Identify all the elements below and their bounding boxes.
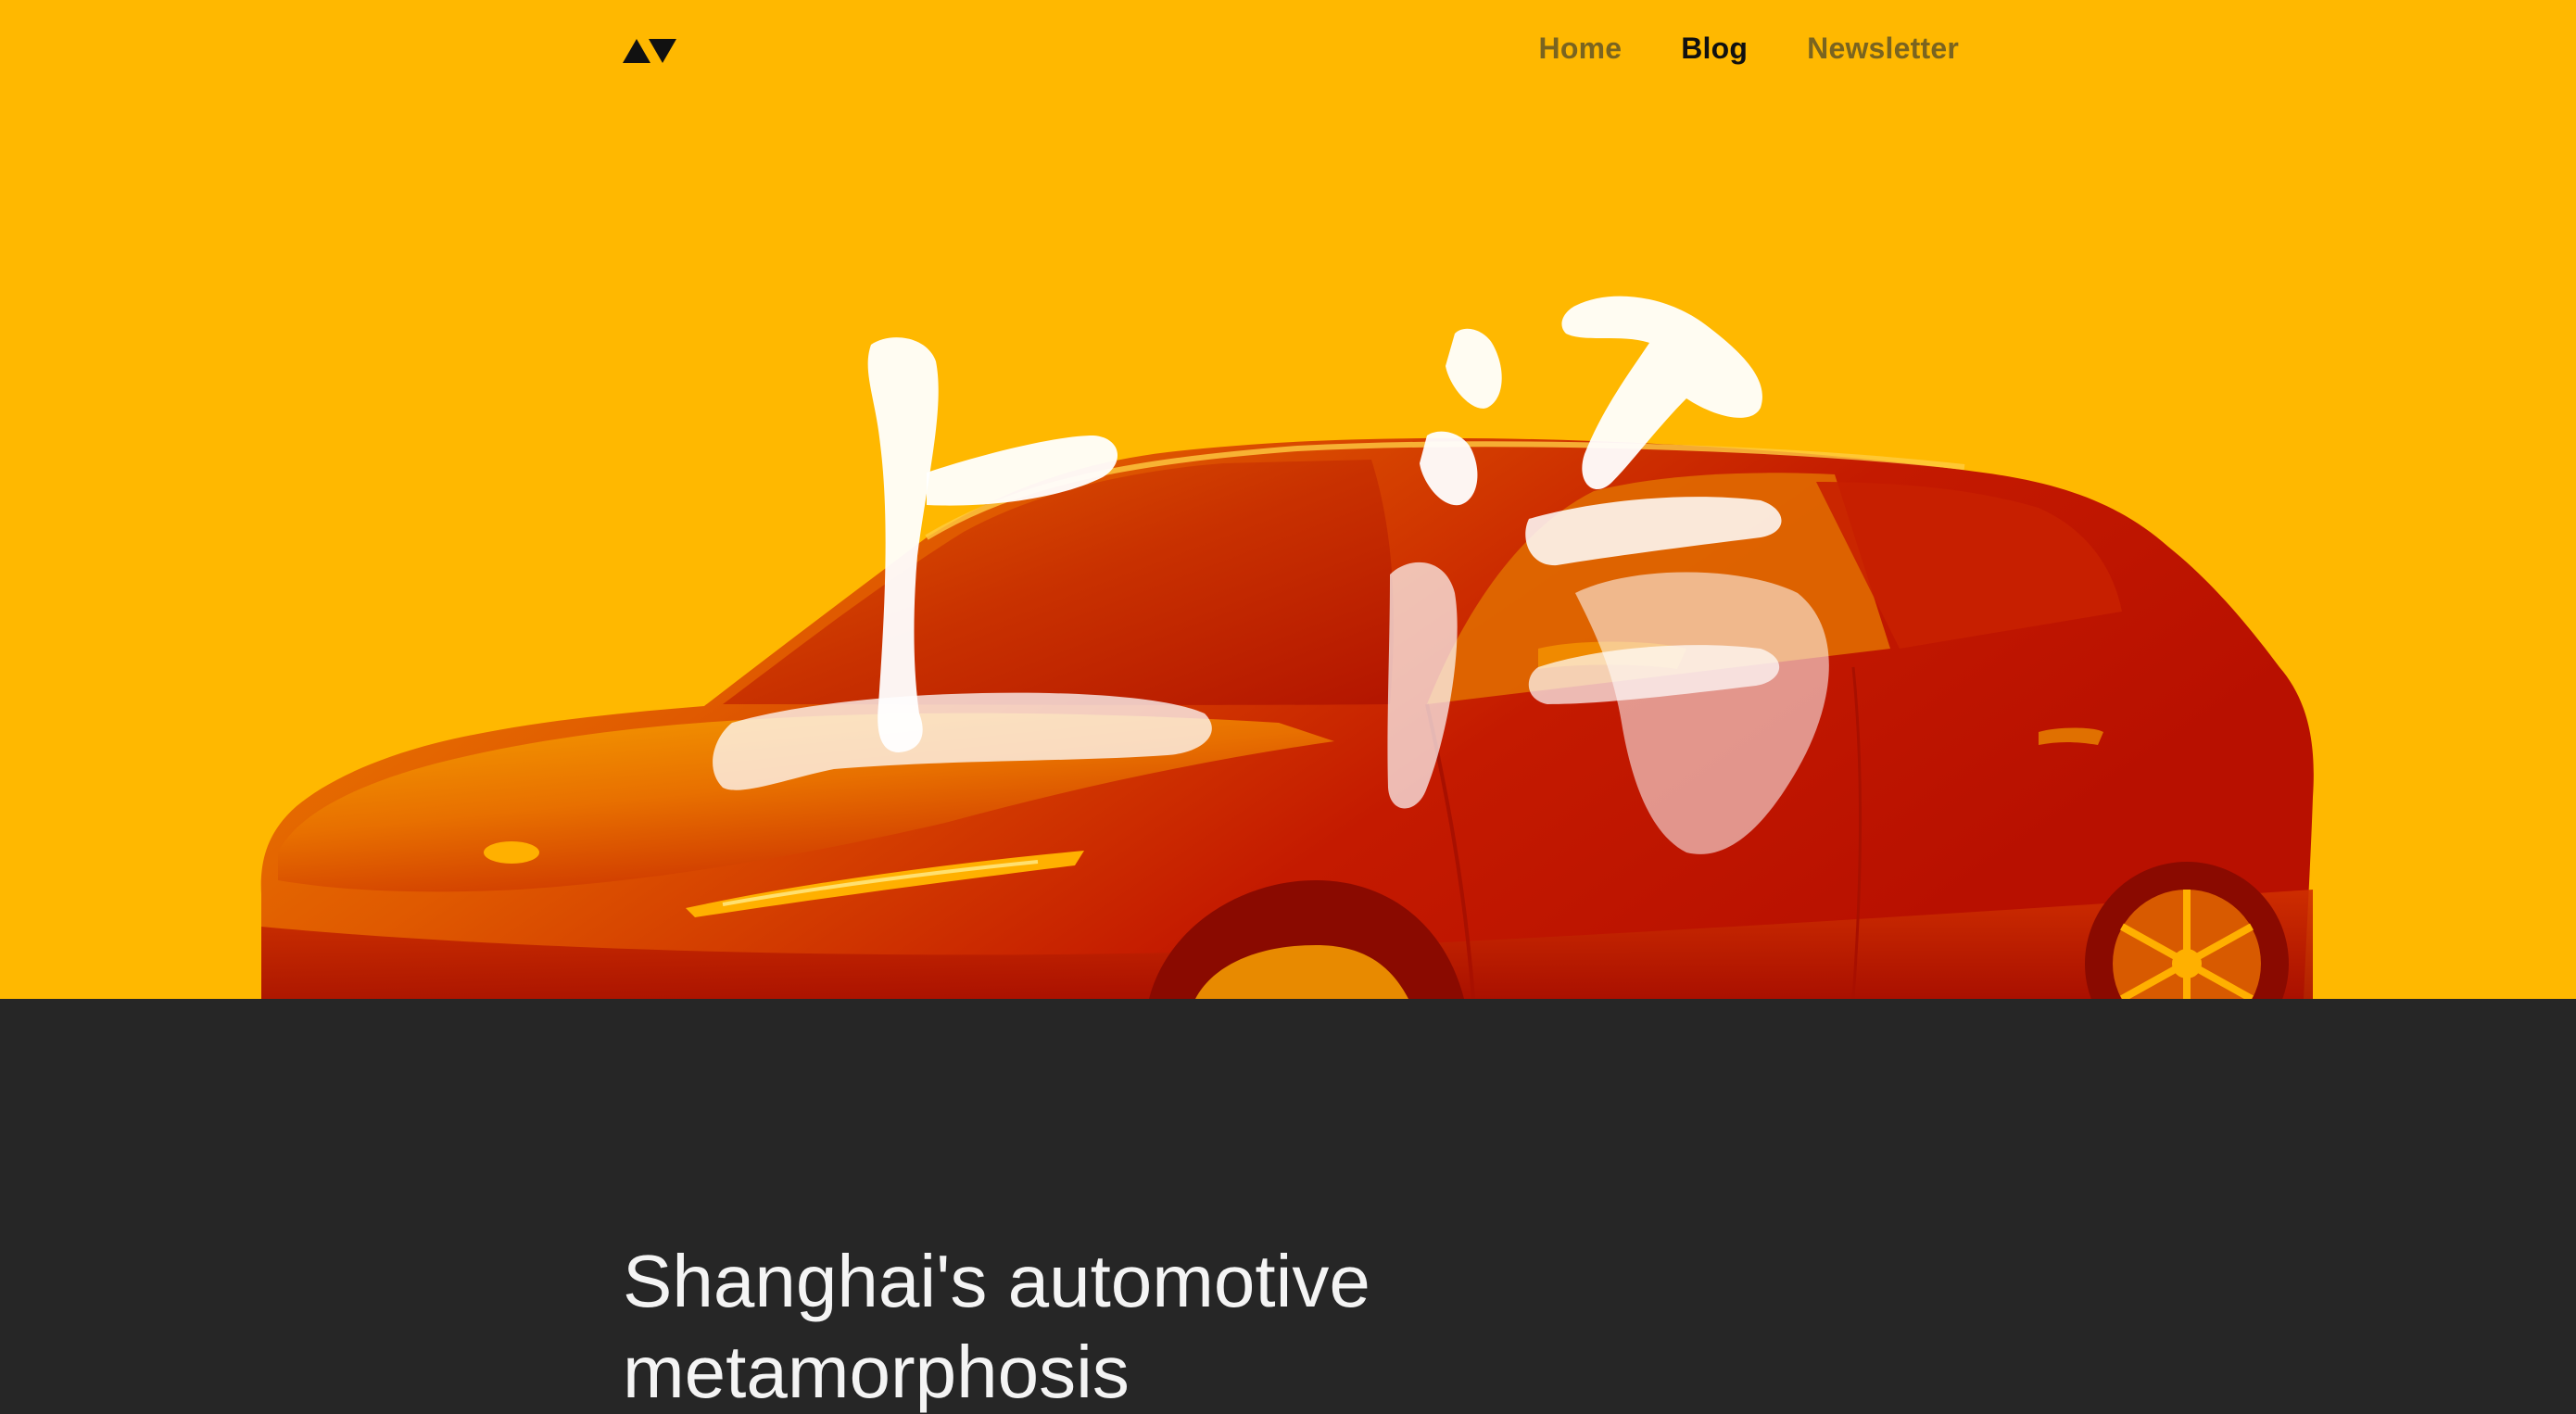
nav-links: Home Blog Newsletter [1539, 32, 1959, 66]
hero-car-image [260, 296, 2314, 999]
article-section: Shanghai's automotive metamorphosis [0, 999, 2576, 1414]
hero-section: Home Blog Newsletter [0, 0, 2576, 999]
page: Home Blog Newsletter Shanghai's automoti… [0, 0, 2576, 1414]
av-logo-icon[interactable] [623, 37, 678, 65]
car-silhouette [260, 437, 2314, 999]
article-title: Shanghai's automotive metamorphosis [623, 1240, 1370, 1413]
nav-link-home[interactable]: Home [1539, 32, 1623, 66]
top-navbar: Home Blog Newsletter [0, 0, 2576, 104]
nav-link-blog[interactable]: Blog [1681, 32, 1748, 66]
nav-link-newsletter[interactable]: Newsletter [1807, 32, 1959, 66]
